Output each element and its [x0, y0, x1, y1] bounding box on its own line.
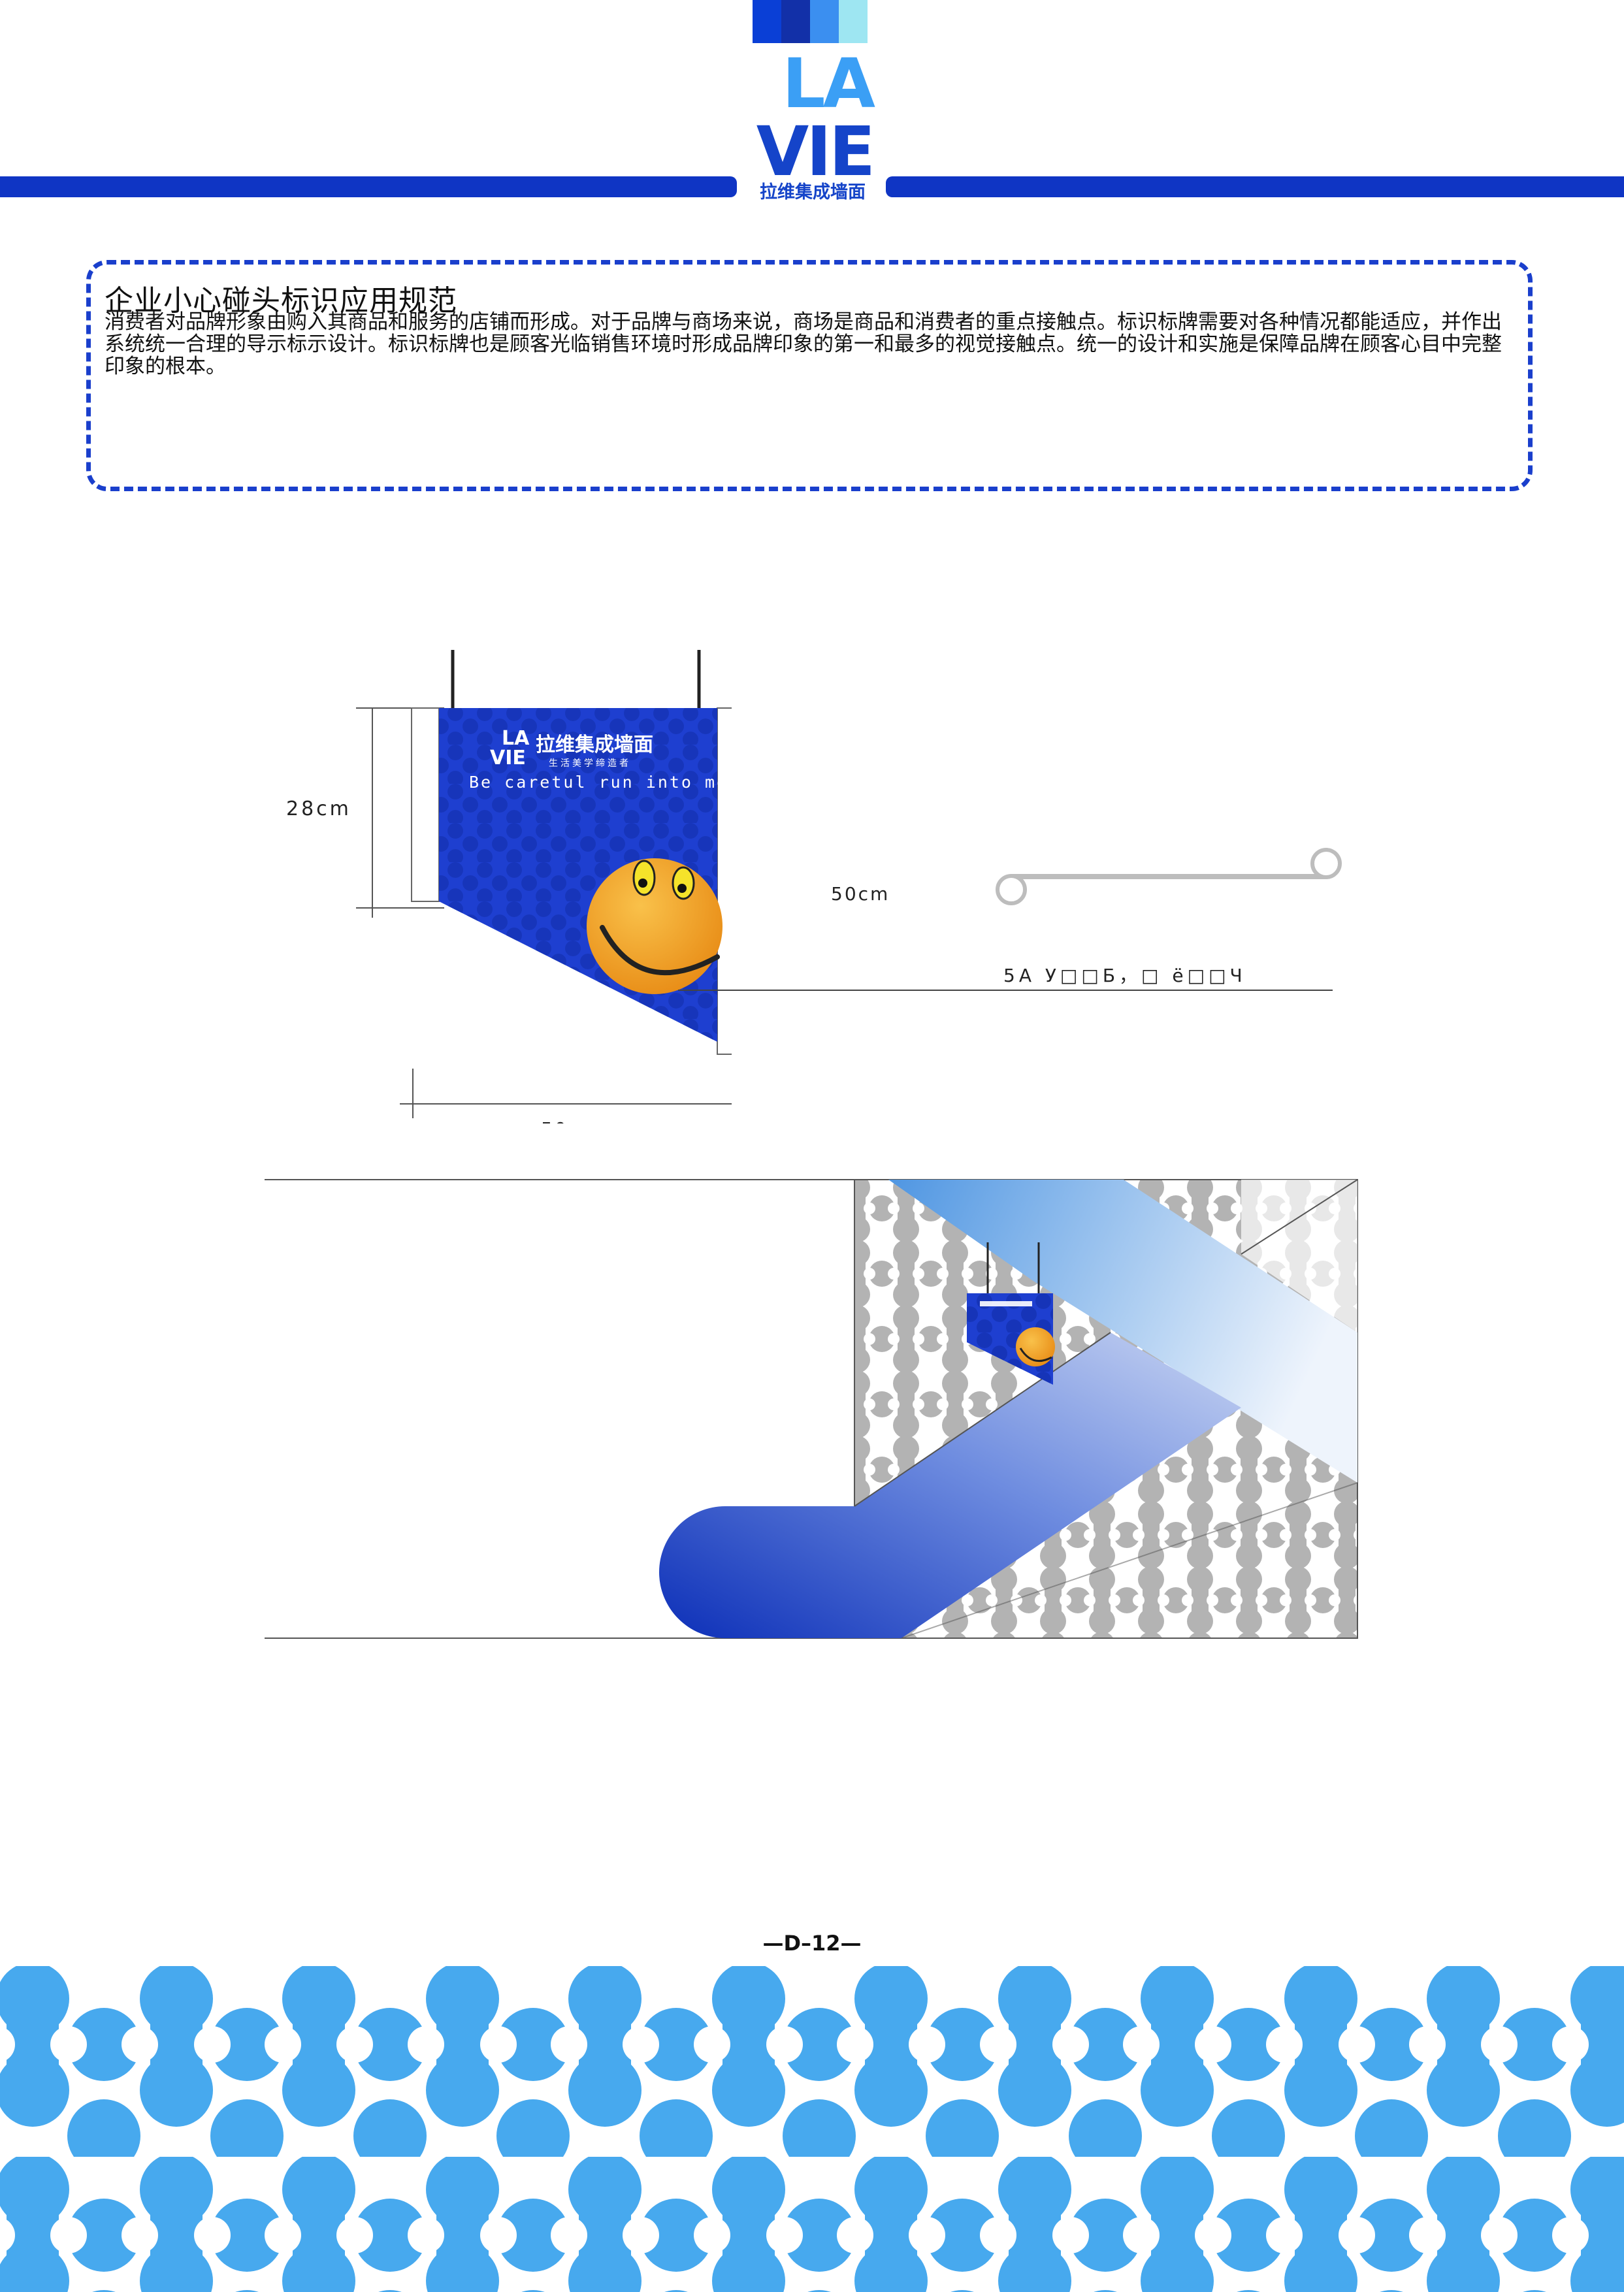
wordmark-line2: VIE [756, 112, 873, 178]
escalator-scene [265, 1179, 1358, 1639]
info-body: 消费者对品牌形象由购入其商品和服务的店铺而形成。对于品牌与商场来说，商场是商品和… [105, 310, 1502, 378]
brand-square-1 [753, 0, 781, 43]
brand-square-2 [781, 0, 810, 43]
footer-wave-pattern [0, 1966, 1624, 2292]
sign-logo-line2: VIE [490, 747, 526, 769]
rod-ring-left [996, 874, 1027, 905]
dim-height-small: 28cm [286, 798, 351, 820]
dim-width: 50cm [541, 1118, 600, 1123]
brand-caption: 拉维集成墙面 [760, 182, 866, 202]
header-bar-left [0, 176, 737, 197]
header-bar-right [886, 176, 1624, 197]
brand-wordmark-logo: LA VIE [756, 47, 878, 178]
sign-brand-tagline: 生活美学缔造者 [549, 758, 631, 769]
sign-brand-name: 拉维集成墙面 [536, 734, 653, 756]
sign-post-left [411, 707, 440, 902]
garbled-caption: 5А У□□Б，□ ё□□Ч [1003, 965, 1246, 986]
page-number: —D–12— [762, 1931, 862, 1956]
sign-slogan: Be caretul run into me [469, 773, 728, 792]
rod-ring-right [1310, 848, 1342, 879]
brand-square-3 [810, 0, 839, 43]
dim-height-large: 50cm [831, 883, 890, 905]
sign-technical-drawing: LA VIE 拉维集成墙面 生活美学缔造者 Be caretul run int… [286, 650, 732, 1123]
brand-color-squares [753, 0, 868, 43]
brand-square-4 [839, 0, 868, 43]
